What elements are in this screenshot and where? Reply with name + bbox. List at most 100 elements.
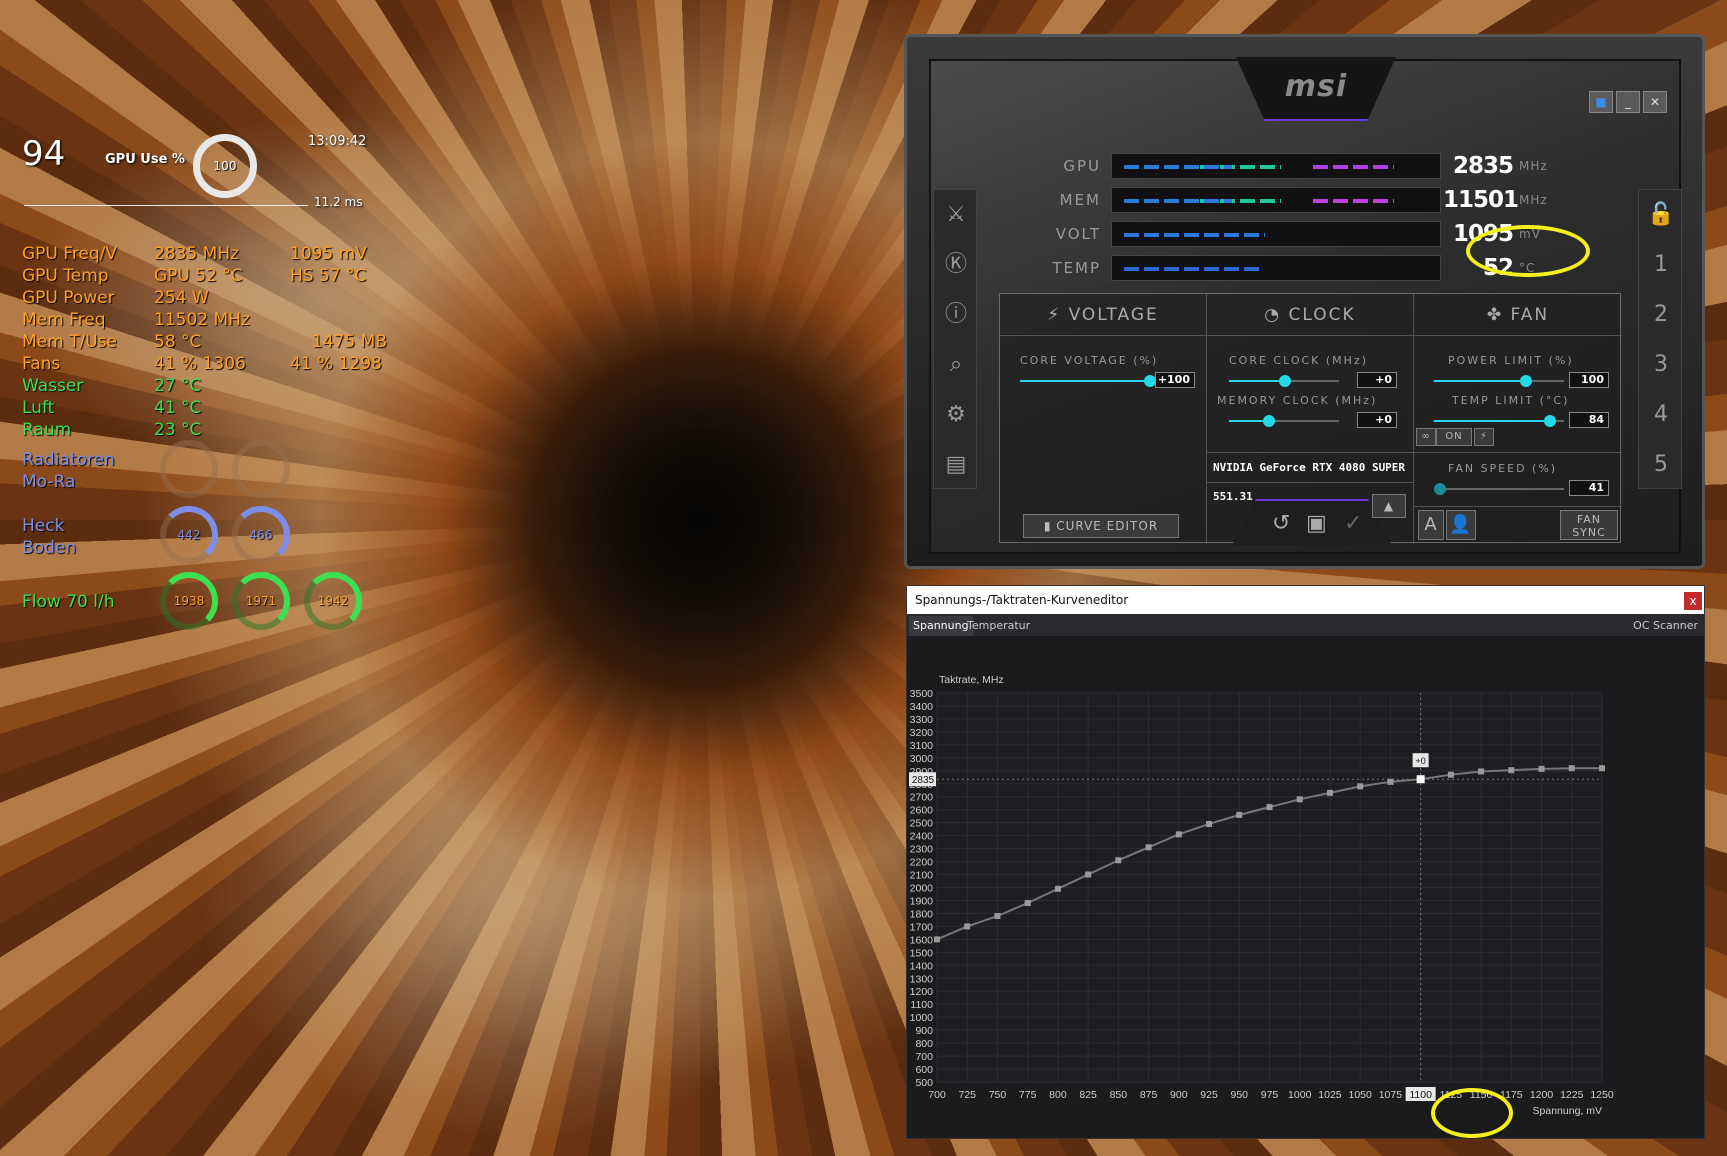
kombustor-icon[interactable]: Ⓚ [934,240,978,290]
curve-point [1387,778,1394,785]
power-limit-label: POWER LIMIT (%) [1448,354,1574,367]
temp-limit-value[interactable]: 84 [1569,412,1609,428]
row-label: Wasser [22,376,84,396]
monitor-fill [1124,199,1394,203]
y-tick-label: 2500 [910,818,934,830]
osd-boden-label: Boden [22,538,77,558]
lightning-icon: ⚡ [1047,305,1069,325]
settings-gear-icon[interactable]: ⚙ [934,390,978,440]
monitor-fill [1124,233,1265,237]
x-tick-label: 900 [1170,1089,1188,1101]
link-icon[interactable]: ∞ [1416,428,1436,446]
x-tick-label: 825 [1079,1089,1097,1101]
voltage-header: ⚡ VOLTAGE [1000,294,1206,336]
row-label: Luft [22,398,55,418]
fan-speed-slider[interactable] [1434,483,1564,495]
y-tick-label: 1600 [910,934,934,946]
voltage-highlight-circle [1431,1088,1513,1138]
memory-clock-value[interactable]: +0 [1357,412,1397,428]
monitor-bar [1111,187,1441,213]
y-tick-label: 1200 [910,986,934,998]
oc-scanner-link[interactable]: OC Scanner [1629,616,1702,636]
curve-editor-close-button[interactable]: x [1684,592,1702,610]
x-tick-label: 1225 [1560,1089,1584,1101]
profile-1[interactable]: 1 [1639,240,1683,290]
tab-temperatur[interactable]: Temperatur [963,616,1034,636]
link-toggle[interactable]: ON [1436,428,1472,446]
curve-point [1024,900,1031,907]
voltage-section: ⚡ VOLTAGE CORE VOLTAGE (%) +100 ▮ CURVE … [1000,294,1207,544]
curve-point [1085,871,1092,878]
flow-value-2: 1971 [245,594,277,608]
fan-section: ✤ FAN POWER LIMIT (%) 100 TEMP LIMIT (°C… [1414,294,1622,544]
core-voltage-value[interactable]: +100 [1155,372,1195,388]
save-icon[interactable]: ▣ [1306,511,1327,536]
row-label: GPU Power [22,288,115,308]
power-limit-slider[interactable] [1434,375,1564,387]
apply-check-icon[interactable]: ✓ [1344,511,1362,536]
y-tick-label: 3300 [910,714,934,726]
power-limit-value[interactable]: 100 [1569,372,1609,388]
curve-point [1568,765,1575,772]
row-value-2: 1095 mV [290,244,367,264]
curve-point [1054,885,1061,892]
x-tick-label: 1050 [1349,1089,1373,1101]
fan-speed-value[interactable]: 41 [1569,480,1609,496]
profile-4[interactable]: 4 [1639,390,1683,440]
y-tick-label: 1100 [910,999,933,1011]
curve-point [1538,765,1545,772]
y-tick-label: 2600 [910,805,934,817]
y-tick-label: 1000 [910,1012,934,1024]
core-clock-slider[interactable] [1229,375,1339,387]
radiator-gauge-2 [232,440,290,498]
core-voltage-slider[interactable] [1020,375,1156,387]
lock-icon[interactable]: 🔓 [1639,190,1683,240]
profile-2[interactable]: 2 [1639,290,1683,340]
y-tick-label: 1500 [910,947,934,959]
frametime-value: 11.2 ms [314,195,363,209]
fan-auto-button[interactable]: A [1418,510,1444,540]
profile-5[interactable]: 5 [1639,440,1683,490]
oc-icon[interactable]: ⚔ [934,190,978,240]
vf-curve-chart[interactable]: 700 725 750 775 800 825 850 875 900 925 950 975 1000… [907,636,1704,1138]
monitor-bar [1111,153,1441,179]
expand-up-icon[interactable]: ▲ [1372,494,1406,518]
window-controls: ■ _ ✕ [1589,91,1667,113]
monitor-bar [1111,221,1441,247]
y-tick-label: 2700 [910,792,934,804]
y-tick-label: 1800 [910,908,934,920]
curve-point [1206,820,1213,827]
priority-lightning-icon[interactable]: ⚡ [1474,428,1494,446]
y-tick-label: 3200 [910,727,934,739]
heck-gauge: 442 [160,506,218,564]
row-value: GPU 52 °C [154,266,243,286]
x-tick-label: 775 [1019,1089,1037,1101]
gpu-use-label: GPU Use % [105,152,185,167]
rtss-osd-overlay: 94 GPU Use % 100 13:09:42 11.2 ms GPU Fr… [0,0,400,640]
y-tick-label: 2300 [910,844,934,856]
oc-scanner-icon[interactable]: ⌕ [934,340,978,390]
x-tick-label: 875 [1140,1089,1158,1101]
close-icon[interactable]: ✕ [1643,91,1667,113]
temp-limit-slider[interactable] [1434,415,1564,427]
monitoring-icon[interactable]: ▤ [934,440,978,490]
osd-clock: 13:09:42 [308,134,367,149]
reset-icon[interactable]: ↺ [1272,511,1290,536]
info-icon[interactable]: ⓘ [934,290,978,340]
monitor-fill [1124,165,1394,169]
curve-editor-button[interactable]: ▮ CURVE EDITOR [1023,514,1179,538]
osd-flow-label: Flow 70 l/h [22,592,115,612]
y-axis-label: Taktrate, MHz [939,674,1004,686]
windows-icon[interactable]: ■ [1589,91,1613,113]
volt-highlight-circle [1466,225,1590,277]
minimize-button[interactable]: _ [1616,91,1640,113]
y-tick-label: 500 [915,1077,933,1089]
core-clock-value[interactable]: +0 [1357,372,1397,388]
memory-clock-slider[interactable] [1229,415,1339,427]
profile-3[interactable]: 3 [1639,340,1683,390]
user-fan-icon[interactable]: 👤 [1446,510,1476,540]
clock-header: ◔ CLOCK [1207,294,1413,336]
monitor-label: VOLT [1055,225,1101,243]
boden-rpm: 466 [249,528,273,542]
fan-sync-button[interactable]: FAN SYNC [1560,510,1618,540]
